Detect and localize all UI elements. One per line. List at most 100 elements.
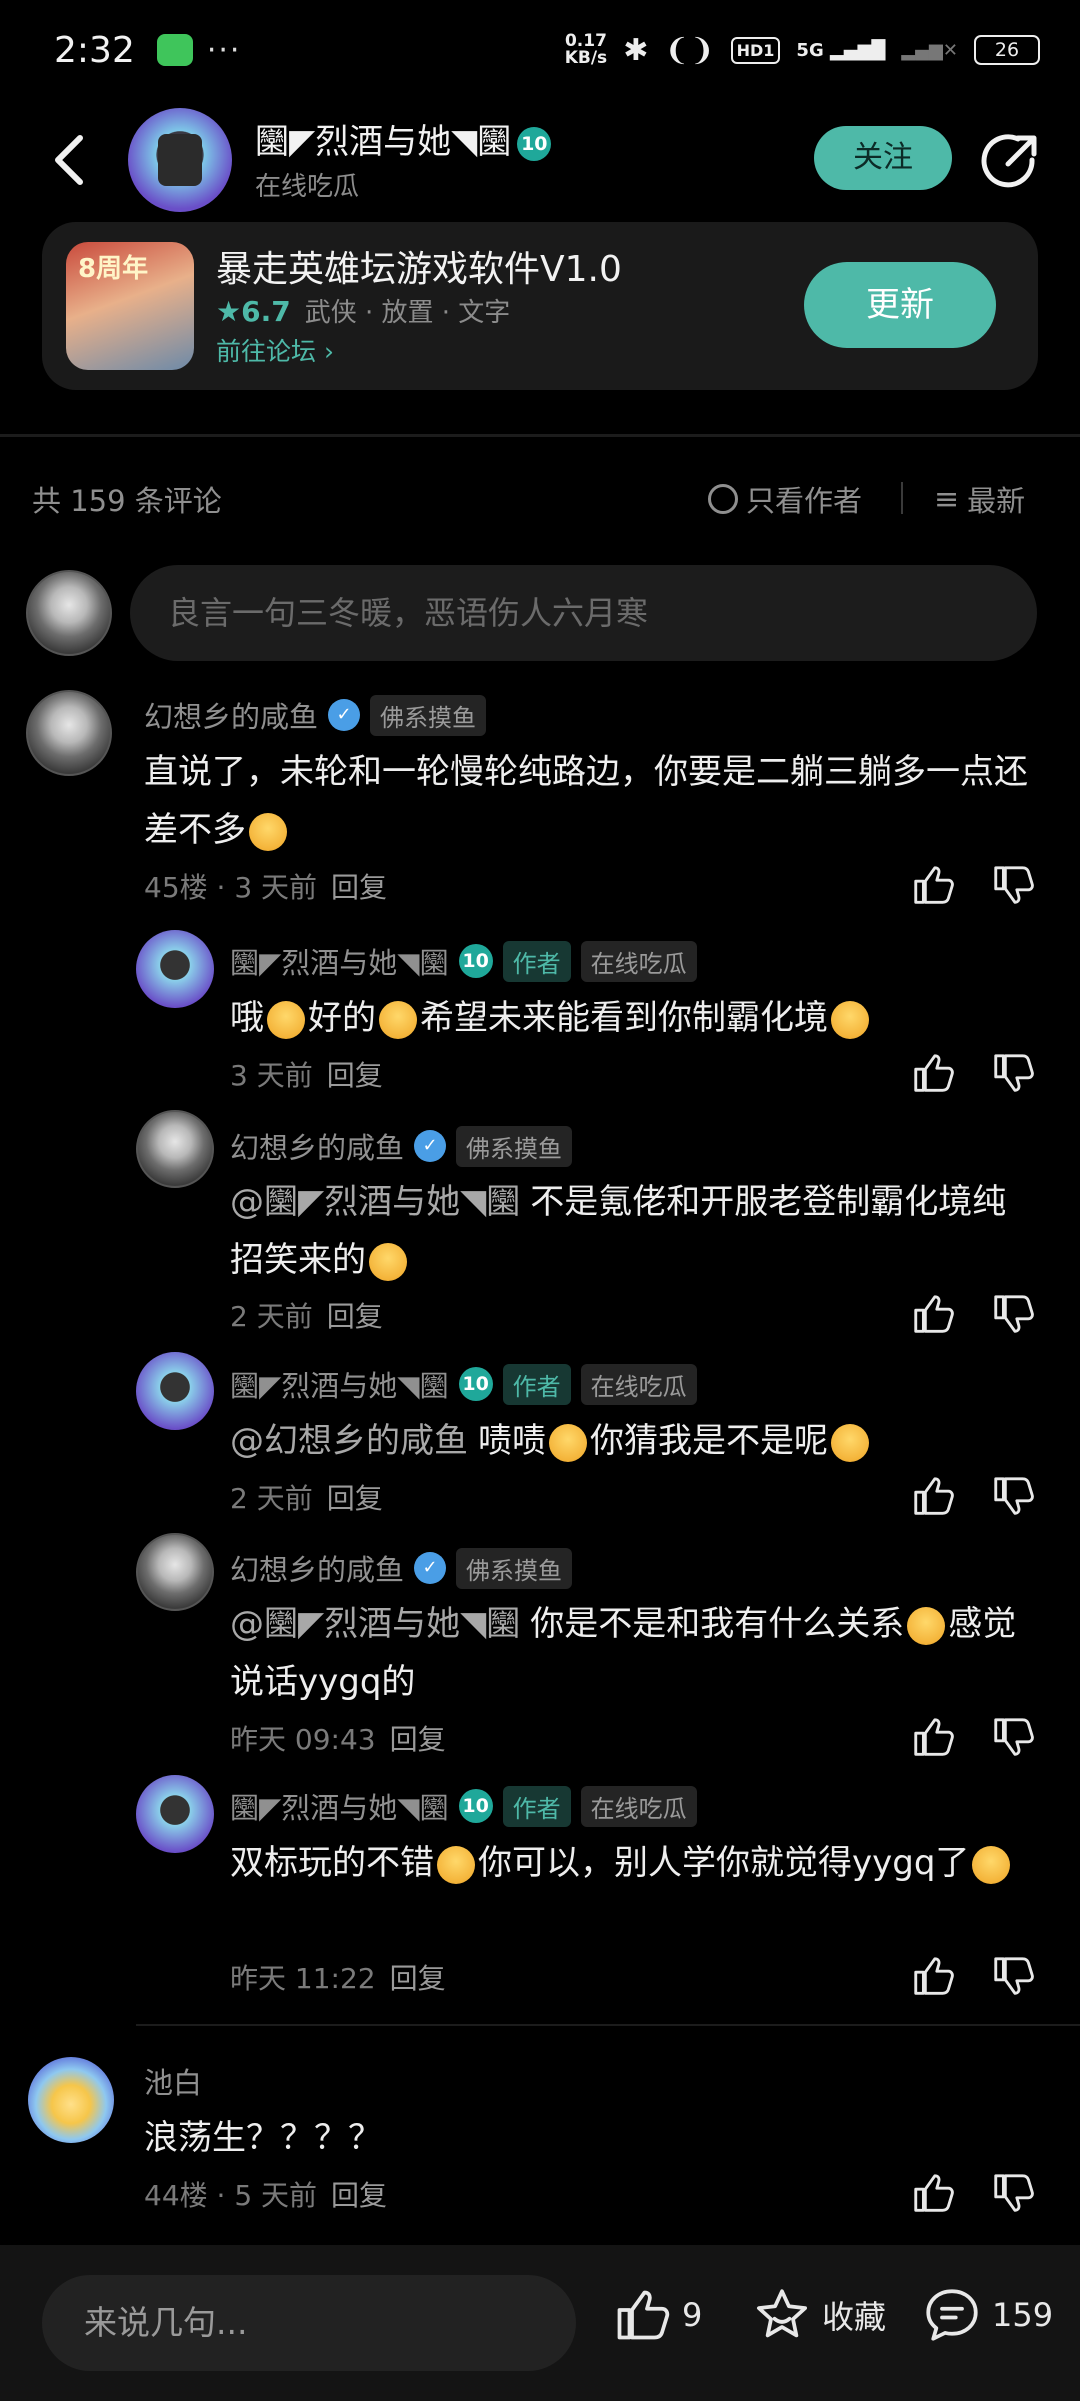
reply-button[interactable]: 回复	[390, 1723, 446, 1756]
reply-name[interactable]: 幻想乡的咸鱼 ✓ 佛系摸鱼	[230, 1125, 573, 1167]
thumbs-down-icon[interactable]	[990, 1050, 1036, 1096]
reply-button[interactable]: 回复	[327, 1300, 383, 1333]
reply-name-text: 圞◤烈酒与她◥圞	[230, 1791, 449, 1825]
reply-time: 昨天 11:22	[230, 1962, 376, 1995]
vibrate-icon: ❨❩	[664, 32, 715, 68]
level-badge: 10	[517, 126, 552, 161]
thumbs-down-icon[interactable]	[990, 1714, 1036, 1760]
reply-name-text: 圞◤烈酒与她◥圞	[230, 946, 449, 980]
reply-avatar[interactable]	[136, 1352, 214, 1430]
reply-button[interactable]: 回复	[327, 1482, 383, 1515]
commenter-name[interactable]: 幻想乡的咸鱼 ✓ 佛系摸鱼	[144, 694, 487, 736]
battery-indicator: 26	[974, 35, 1040, 65]
reply-text-part: 哦	[230, 998, 264, 1038]
mention-link[interactable]: @圞◤烈酒与她◥圞	[230, 1604, 520, 1644]
reply-name[interactable]: 圞◤烈酒与她◥圞 10 作者 在线吃瓜	[230, 1363, 697, 1405]
like-count: 9	[682, 2296, 703, 2334]
reply-avatar[interactable]	[136, 1533, 214, 1611]
commenter-name[interactable]: 池白	[144, 2060, 202, 2102]
comment-count: 159	[992, 2296, 1054, 2334]
comment-text: 直说了，未轮和一轮慢轮纯路边，你要是二躺三躺多一点还差不多	[144, 743, 1044, 859]
thumbs-down-icon[interactable]	[990, 862, 1036, 908]
update-button[interactable]: 更新	[804, 262, 996, 348]
thumbs-up-icon[interactable]	[910, 1050, 956, 1096]
author-name[interactable]: 圞◤烈酒与她◥圞 10	[255, 114, 552, 163]
reply-text: 哦 好的 希望未来能看到你制霸化境	[230, 989, 1040, 1047]
verified-badge-icon: ✓	[414, 1130, 447, 1162]
author-tag: 作者	[502, 940, 571, 982]
reply-text-part: 希望未来能看到你制霸化境	[420, 998, 828, 1038]
comment-input[interactable]: 良言一句三冬暖，恶语伤人六月寒	[130, 565, 1037, 661]
back-button[interactable]	[46, 130, 96, 190]
author-name-text: 圞◤烈酒与她◥圞	[255, 122, 512, 162]
author-only-toggle[interactable]: 只看作者	[708, 478, 862, 520]
reply-name[interactable]: 圞◤烈酒与她◥圞 10 作者 在线吃瓜	[230, 940, 697, 982]
thumbs-down-icon[interactable]	[990, 1953, 1036, 1999]
reply-text: @圞◤烈酒与她◥圞 你是不是和我有什么关系 感觉说话yygq的	[230, 1595, 1040, 1711]
thumbs-up-icon[interactable]	[910, 1714, 956, 1760]
thumbs-up-icon[interactable]	[910, 1473, 956, 1519]
comment-floor-time: 44楼 · 5 天前	[144, 2179, 318, 2212]
sort-button[interactable]: ≡ 最新	[934, 478, 1025, 520]
reply-name[interactable]: 圞◤烈酒与她◥圞 10 作者 在线吃瓜	[230, 1785, 697, 1827]
reply-avatar[interactable]	[136, 1775, 214, 1853]
author-avatar-face	[158, 134, 202, 186]
reply-text-part: 双标玩的不错	[230, 1843, 434, 1883]
signal-5g: 5G ▂▄▆█	[796, 39, 886, 61]
reply-name-text: 幻想乡的咸鱼	[230, 1131, 405, 1165]
thumbs-up-icon[interactable]	[910, 862, 956, 908]
reply-avatar[interactable]	[136, 1110, 214, 1188]
reply-badge: 在线吃瓜	[580, 1785, 697, 1827]
thumbs-down-icon[interactable]	[990, 1473, 1036, 1519]
reply-button[interactable]: 回复	[331, 2179, 387, 2212]
signal-secondary-icon: ▂▄▆✕	[901, 39, 958, 61]
thumbs-up-icon[interactable]	[910, 1953, 956, 1999]
thumbs-up-icon[interactable]	[910, 1291, 956, 1337]
mention-link[interactable]: @圞◤烈酒与她◥圞	[230, 1182, 520, 1222]
thumbs-down-icon[interactable]	[990, 1291, 1036, 1337]
verified-badge-icon: ✓	[414, 1552, 447, 1584]
verified-badge-icon: ✓	[328, 699, 361, 731]
commenter-avatar[interactable]	[26, 690, 112, 776]
bottom-comment-input[interactable]: 来说几句...	[42, 2275, 576, 2371]
reply-badge: 佛系摸鱼	[456, 1125, 573, 1167]
emoji-icon	[831, 1000, 869, 1039]
follow-button[interactable]: 关注	[814, 126, 952, 190]
commenter-avatar[interactable]	[28, 2057, 114, 2143]
wechat-icon	[156, 34, 193, 66]
emoji-icon	[907, 1606, 946, 1645]
reply-button[interactable]: 回复	[327, 1059, 383, 1092]
commenter-name-text: 池白	[144, 2066, 203, 2100]
reply-avatar[interactable]	[136, 930, 214, 1008]
reply-text-part: 你是不是和我有什么关系	[530, 1604, 905, 1644]
emoji-icon	[549, 1423, 587, 1462]
comments-button[interactable]: 159	[922, 2285, 1053, 2345]
emoji-icon	[972, 1845, 1011, 1884]
app-title: 暴走英雄坛游戏软件V1.0	[216, 249, 622, 290]
app-card[interactable]: 8周年 暴走英雄坛游戏软件V1.0 ★6.7 武侠 · 放置 · 文字 前往论坛 …	[42, 222, 1038, 390]
author-avatar[interactable]	[128, 108, 232, 212]
reply-button[interactable]: 回复	[390, 1962, 446, 1995]
reply-name[interactable]: 幻想乡的咸鱼 ✓ 佛系摸鱼	[230, 1547, 573, 1589]
forum-link[interactable]: 前往论坛 ›	[216, 332, 334, 368]
favorite-button[interactable]: 收藏	[752, 2285, 886, 2345]
thumbs-down-icon[interactable]	[990, 2170, 1036, 2216]
reply-text: @圞◤烈酒与她◥圞 不是氪佬和开服老登制霸化境纯招笑来的	[230, 1173, 1040, 1289]
thumbs-up-icon[interactable]	[910, 2170, 956, 2216]
reply-time: 2 天前	[230, 1482, 313, 1515]
share-icon[interactable]	[978, 130, 1042, 194]
more-dots-icon: ···	[206, 32, 242, 68]
reply-meta: 昨天 09:43 回复	[230, 1718, 446, 1758]
mention-link[interactable]: @幻想乡的咸鱼	[230, 1421, 468, 1461]
back-arrow-icon	[55, 135, 83, 185]
reply-text-part: 你猜我是不是呢	[590, 1421, 828, 1461]
signal-label: 5G	[796, 39, 824, 61]
author-subtitle: 在线吃瓜	[255, 172, 360, 202]
reply-time: 2 天前	[230, 1300, 313, 1333]
like-button[interactable]: 9	[612, 2285, 702, 2345]
reply-text-part: 好的	[308, 998, 376, 1038]
reply-button[interactable]: 回复	[331, 871, 387, 904]
bluetooth-icon: ✱	[623, 32, 649, 68]
comment-meta: 45楼 · 3 天前 回复	[144, 866, 387, 906]
separator	[901, 482, 903, 514]
